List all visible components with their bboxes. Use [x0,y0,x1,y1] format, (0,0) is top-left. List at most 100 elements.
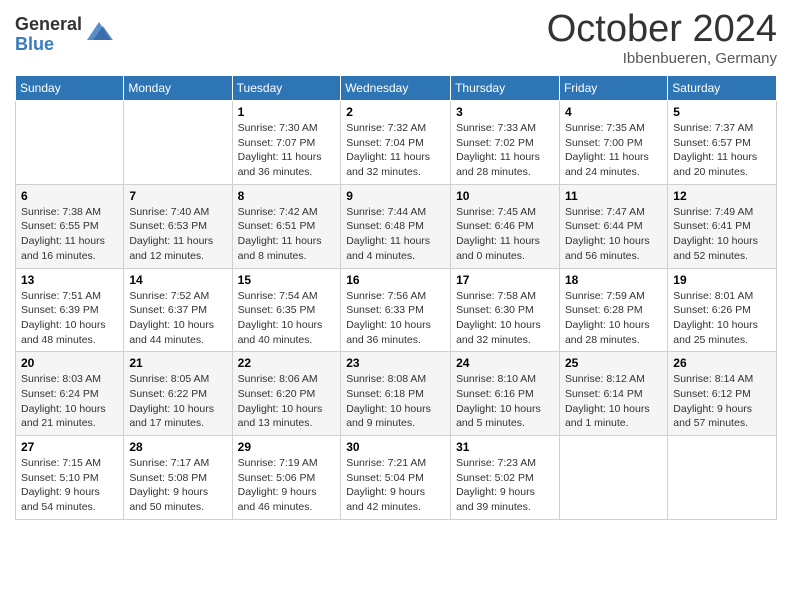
day-number: 3 [456,105,554,119]
day-number: 27 [21,440,118,454]
day-number: 7 [129,189,226,203]
calendar-cell [16,101,124,185]
day-detail: Sunrise: 7:32 AM Sunset: 7:04 PM Dayligh… [346,121,445,180]
calendar-cell: 8 Sunrise: 7:42 AM Sunset: 6:51 PM Daylig… [232,184,341,268]
calendar-week-row: 1 Sunrise: 7:30 AM Sunset: 7:07 PM Daylig… [16,101,777,185]
month-title: October 2024 [547,10,777,48]
day-detail: Sunrise: 7:42 AM Sunset: 6:51 PM Dayligh… [238,205,336,264]
calendar-cell: 5 Sunrise: 7:37 AM Sunset: 6:57 PM Daylig… [668,101,777,185]
day-detail: Sunrise: 7:38 AM Sunset: 6:55 PM Dayligh… [21,205,118,264]
day-detail: Sunrise: 8:12 AM Sunset: 6:14 PM Dayligh… [565,372,662,431]
day-detail: Sunrise: 7:45 AM Sunset: 6:46 PM Dayligh… [456,205,554,264]
calendar-cell: 2Sunrise: 7:32 AM Sunset: 7:04 PM Daylig… [341,101,451,185]
day-number: 1 [238,105,336,119]
page-header: General Blue October 2024 Ibbenbueren, G… [15,10,777,67]
calendar-cell: 14Sunrise: 7:52 AM Sunset: 6:37 PM Dayli… [124,268,232,352]
calendar-header-tuesday: Tuesday [232,76,341,101]
logo: General Blue [15,15,113,55]
day-detail: Sunrise: 7:37 AM Sunset: 6:57 PM Dayligh… [673,121,771,180]
day-number: 5 [673,105,771,119]
calendar-cell: 12 Sunrise: 7:49 AM Sunset: 6:41 PM Dayli… [668,184,777,268]
day-number: 28 [129,440,226,454]
day-detail: Sunrise: 8:08 AM Sunset: 6:18 PM Dayligh… [346,372,445,431]
calendar-header-thursday: Thursday [451,76,560,101]
day-detail: Sunrise: 7:54 AM Sunset: 6:35 PM Dayligh… [238,289,336,348]
day-number: 21 [129,356,226,370]
day-number: 22 [238,356,336,370]
day-number: 25 [565,356,662,370]
calendar-cell: 23 Sunrise: 8:08 AM Sunset: 6:18 PM Dayli… [341,352,451,436]
calendar-header-saturday: Saturday [668,76,777,101]
calendar-cell: 17 Sunrise: 7:58 AM Sunset: 6:30 PM Dayli… [451,268,560,352]
day-number: 19 [673,273,771,287]
day-number: 16 [346,273,445,287]
day-number: 14 [129,273,226,287]
day-detail: Sunrise: 8:03 AM Sunset: 6:24 PM Dayligh… [21,372,118,431]
day-detail: Sunrise: 7:33 AM Sunset: 7:02 PM Dayligh… [456,121,554,180]
calendar-header-row: SundayMondayTuesdayWednesdayThursdayFrid… [16,76,777,101]
day-detail: Sunrise: 7:30 AM Sunset: 7:07 PM Dayligh… [238,121,336,180]
day-number: 15 [238,273,336,287]
day-detail: Sunrise: 7:19 AM Sunset: 5:06 PM Dayligh… [238,456,336,515]
calendar-cell: 15 Sunrise: 7:54 AM Sunset: 6:35 PM Dayli… [232,268,341,352]
calendar-week-row: 27 Sunrise: 7:15 AM Sunset: 5:10 PM Dayli… [16,436,777,520]
day-number: 17 [456,273,554,287]
day-number: 31 [456,440,554,454]
calendar-cell: 13 Sunrise: 7:51 AM Sunset: 6:39 PM Dayli… [16,268,124,352]
title-block: October 2024 Ibbenbueren, Germany [547,10,777,67]
day-number: 11 [565,189,662,203]
day-number: 8 [238,189,336,203]
day-detail: Sunrise: 7:51 AM Sunset: 6:39 PM Dayligh… [21,289,118,348]
day-number: 6 [21,189,118,203]
day-detail: Sunrise: 7:15 AM Sunset: 5:10 PM Dayligh… [21,456,118,515]
day-number: 13 [21,273,118,287]
calendar-cell: 3 Sunrise: 7:33 AM Sunset: 7:02 PM Daylig… [451,101,560,185]
calendar-cell: 28 Sunrise: 7:17 AM Sunset: 5:08 PM Dayli… [124,436,232,520]
day-number: 12 [673,189,771,203]
day-number: 4 [565,105,662,119]
day-detail: Sunrise: 8:14 AM Sunset: 6:12 PM Dayligh… [673,372,771,431]
calendar-week-row: 13 Sunrise: 7:51 AM Sunset: 6:39 PM Dayli… [16,268,777,352]
day-number: 29 [238,440,336,454]
calendar-cell: 11 Sunrise: 7:47 AM Sunset: 6:44 PM Dayli… [559,184,667,268]
calendar-week-row: 6 Sunrise: 7:38 AM Sunset: 6:55 PM Daylig… [16,184,777,268]
calendar-cell [124,101,232,185]
logo-blue-text: Blue [15,35,82,55]
day-detail: Sunrise: 7:44 AM Sunset: 6:48 PM Dayligh… [346,205,445,264]
calendar-cell: 27 Sunrise: 7:15 AM Sunset: 5:10 PM Dayli… [16,436,124,520]
day-detail: Sunrise: 7:17 AM Sunset: 5:08 PM Dayligh… [129,456,226,515]
day-detail: Sunrise: 7:23 AM Sunset: 5:02 PM Dayligh… [456,456,554,515]
calendar-cell: 9Sunrise: 7:44 AM Sunset: 6:48 PM Daylig… [341,184,451,268]
calendar-cell [559,436,667,520]
calendar-cell: 26Sunrise: 8:14 AM Sunset: 6:12 PM Dayli… [668,352,777,436]
calendar-cell: 24 Sunrise: 8:10 AM Sunset: 6:16 PM Dayli… [451,352,560,436]
day-detail: Sunrise: 8:10 AM Sunset: 6:16 PM Dayligh… [456,372,554,431]
calendar-cell: 29 Sunrise: 7:19 AM Sunset: 5:06 PM Dayli… [232,436,341,520]
calendar-cell: 16 Sunrise: 7:56 AM Sunset: 6:33 PM Dayli… [341,268,451,352]
logo-icon [85,18,113,46]
day-detail: Sunrise: 7:47 AM Sunset: 6:44 PM Dayligh… [565,205,662,264]
day-detail: Sunrise: 8:01 AM Sunset: 6:26 PM Dayligh… [673,289,771,348]
calendar-cell: 6 Sunrise: 7:38 AM Sunset: 6:55 PM Daylig… [16,184,124,268]
calendar-cell: 4Sunrise: 7:35 AM Sunset: 7:00 PM Daylig… [559,101,667,185]
location: Ibbenbueren, Germany [547,50,777,67]
calendar-cell [668,436,777,520]
day-detail: Sunrise: 7:21 AM Sunset: 5:04 PM Dayligh… [346,456,445,515]
day-detail: Sunrise: 7:56 AM Sunset: 6:33 PM Dayligh… [346,289,445,348]
day-number: 23 [346,356,445,370]
calendar-cell: 19 Sunrise: 8:01 AM Sunset: 6:26 PM Dayli… [668,268,777,352]
calendar-table: SundayMondayTuesdayWednesdayThursdayFrid… [15,75,777,520]
day-detail: Sunrise: 7:59 AM Sunset: 6:28 PM Dayligh… [565,289,662,348]
day-detail: Sunrise: 8:05 AM Sunset: 6:22 PM Dayligh… [129,372,226,431]
day-detail: Sunrise: 7:58 AM Sunset: 6:30 PM Dayligh… [456,289,554,348]
calendar-cell: 30Sunrise: 7:21 AM Sunset: 5:04 PM Dayli… [341,436,451,520]
day-number: 24 [456,356,554,370]
day-number: 10 [456,189,554,203]
calendar-cell: 10 Sunrise: 7:45 AM Sunset: 6:46 PM Dayli… [451,184,560,268]
calendar-header-monday: Monday [124,76,232,101]
day-detail: Sunrise: 7:49 AM Sunset: 6:41 PM Dayligh… [673,205,771,264]
calendar-cell: 7Sunrise: 7:40 AM Sunset: 6:53 PM Daylig… [124,184,232,268]
calendar-cell: 25 Sunrise: 8:12 AM Sunset: 6:14 PM Dayli… [559,352,667,436]
calendar-header-friday: Friday [559,76,667,101]
day-detail: Sunrise: 8:06 AM Sunset: 6:20 PM Dayligh… [238,372,336,431]
